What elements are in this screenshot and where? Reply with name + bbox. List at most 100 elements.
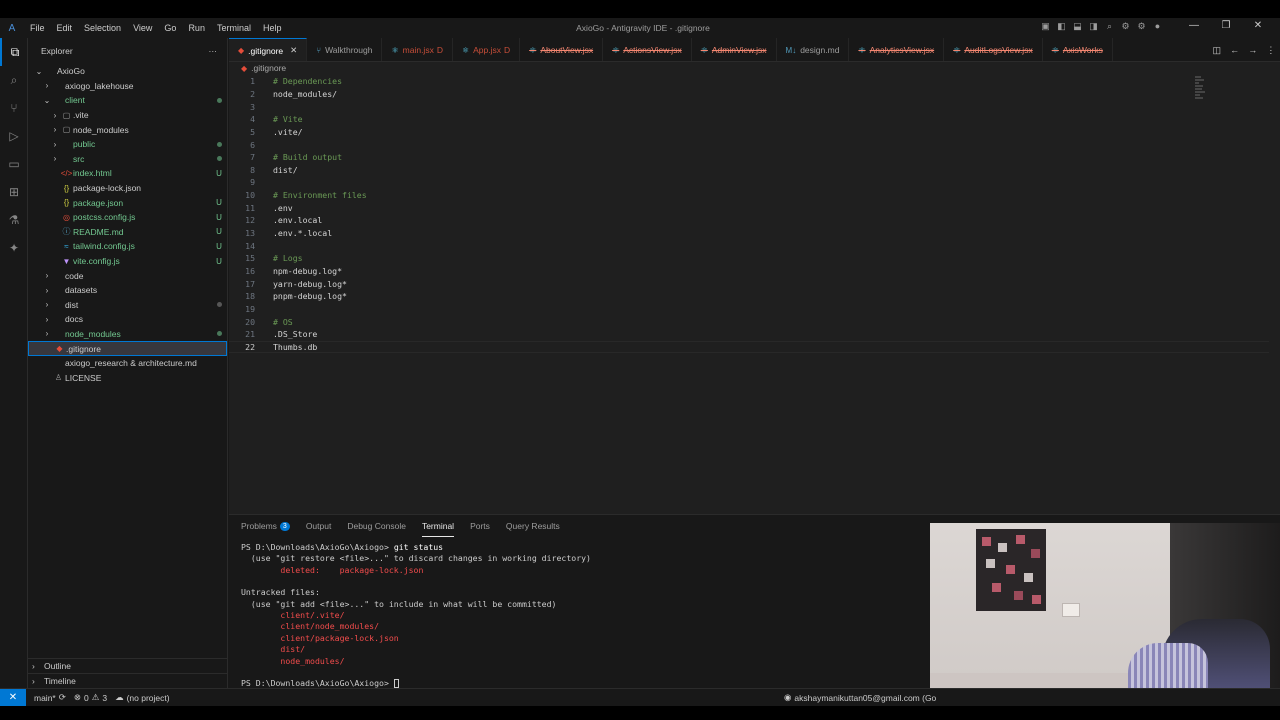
file-type-icon: ▢: [62, 125, 71, 135]
tree-item[interactable]: › public: [28, 137, 227, 152]
explorer-icon[interactable]: ⧉: [0, 38, 28, 66]
menu-item-edit[interactable]: Edit: [51, 23, 79, 33]
avatar[interactable]: ●: [1152, 21, 1163, 32]
chevron-right-icon: ›: [32, 661, 35, 671]
close-icon[interactable]: ✕: [290, 45, 297, 56]
gear-icon[interactable]: ⚙: [1120, 21, 1131, 32]
chevron-right-icon: ›: [45, 81, 49, 91]
menu-item-terminal[interactable]: Terminal: [211, 23, 257, 33]
tree-item[interactable]: ◆ .gitignore: [28, 341, 227, 356]
remote-icon[interactable]: ✕: [0, 689, 26, 706]
menu-item-selection[interactable]: Selection: [78, 23, 127, 33]
search-icon[interactable]: ⌕: [1104, 21, 1115, 32]
tree-item[interactable]: › dist: [28, 298, 227, 313]
source-control-icon[interactable]: ⑂: [0, 94, 28, 122]
menu-item-run[interactable]: Run: [182, 23, 211, 33]
panel-tab-ports[interactable]: Ports: [470, 515, 490, 537]
tree-item[interactable]: › node_modules: [28, 327, 227, 342]
sync-icon[interactable]: ⟳: [59, 692, 66, 703]
extensions-icon[interactable]: ⊞: [0, 178, 28, 206]
tree-item[interactable]: </> index.html U: [28, 166, 227, 181]
more-icon[interactable]: ⋮: [1266, 45, 1275, 56]
search-icon[interactable]: ⌕: [0, 66, 28, 94]
panel-tab-terminal[interactable]: Terminal: [421, 515, 455, 537]
tree-item[interactable]: › ▢ node_modules: [28, 122, 227, 137]
tree-item[interactable]: › ▢ .vite: [28, 108, 227, 123]
settings-icon[interactable]: ⚙: [1136, 21, 1147, 32]
tree-item[interactable]: ≈ tailwind.config.js U: [28, 239, 227, 254]
tree-item[interactable]: › code: [28, 268, 227, 283]
tree-item[interactable]: ▼ vite.config.js U: [28, 254, 227, 269]
more-actions-icon[interactable]: ···: [209, 46, 218, 56]
tree-item[interactable]: ⌄ client: [28, 93, 227, 108]
tree-item[interactable]: ◎ postcss.config.js U: [28, 210, 227, 225]
tree-item[interactable]: › axiogo_lakehouse: [28, 79, 227, 94]
tree-item[interactable]: › datasets: [28, 283, 227, 298]
layout-icon[interactable]: ▣: [1040, 21, 1051, 32]
branch-status[interactable]: main* ⟳: [34, 692, 66, 703]
toggle-sidebar-icon[interactable]: ◧: [1056, 21, 1067, 32]
code-line: 16 npm-debug.log*: [229, 265, 1269, 278]
tree-item[interactable]: › docs: [28, 312, 227, 327]
tab-main-jsx[interactable]: ⚛ main.jsx D: [382, 38, 453, 61]
file-type-icon: ≈: [64, 241, 69, 251]
testing-icon[interactable]: ⚗: [0, 206, 28, 234]
remote-icon[interactable]: ▭: [0, 150, 28, 178]
tree-item[interactable]: › src: [28, 152, 227, 167]
tab-auditlogsview-jsx[interactable]: ⚛ AuditLogsView.jsx: [944, 38, 1043, 61]
tab-file-icon: M↓: [785, 45, 797, 55]
tab-file-icon: ⚛: [612, 45, 620, 55]
explorer-title: Explorer: [41, 46, 73, 56]
tree-item[interactable]: {} package-lock.json: [28, 181, 227, 196]
back-icon[interactable]: ←: [1230, 45, 1239, 55]
tree-item[interactable]: ⌄ AxioGo: [28, 64, 227, 79]
agent-icon[interactable]: ✦: [0, 234, 28, 262]
timeline-section[interactable]: › Timeline: [28, 673, 227, 688]
panel-tab-problems[interactable]: Problems 3: [241, 515, 290, 537]
menu-item-help[interactable]: Help: [257, 23, 288, 33]
tree-item-label: datasets: [65, 285, 98, 296]
tree-item[interactable]: axiogo_research & architecture.md: [28, 356, 227, 371]
terminal-cursor: [393, 679, 399, 689]
tab-aboutview-jsx[interactable]: ⚛ AboutView.jsx: [520, 38, 604, 61]
tab-label: Walkthrough: [325, 45, 373, 55]
code-editor[interactable]: 1 # Dependencies 2 node_modules/3 4 # Vite 5 .v…: [229, 74, 1280, 514]
panel-tab-debug-console[interactable]: Debug Console: [347, 515, 406, 537]
tree-item-label: node_modules: [65, 328, 121, 339]
tree-item[interactable]: ♙ LICENSE: [28, 370, 227, 385]
panel-tab-output[interactable]: Output: [306, 515, 332, 537]
close-button[interactable]: ✕: [1242, 20, 1274, 31]
split-editor-icon[interactable]: ◫: [1213, 45, 1222, 56]
tab-walkthrough[interactable]: ⑂ Walkthrough: [307, 38, 383, 61]
menu-item-go[interactable]: Go: [158, 23, 182, 33]
editor-actions: ◫ ← → ⋮: [1208, 38, 1280, 61]
tab-actionsview-jsx[interactable]: ⚛ ActionsView.jsx: [603, 38, 692, 61]
menu-item-view[interactable]: View: [127, 23, 158, 33]
maximize-button[interactable]: ❐: [1210, 20, 1242, 31]
menu-item-file[interactable]: File: [24, 23, 51, 33]
project-status[interactable]: ☁ (no project): [115, 692, 170, 703]
terminal-line: PS D:\Downloads\AxioGo\Axiogo> git statu…: [241, 542, 443, 553]
problems-status[interactable]: ⊗ 0 ⚠ 3: [74, 692, 107, 703]
account-status[interactable]: ◉ akshaymanikuttan05@gmail.com (Go: [784, 692, 936, 703]
forward-icon[interactable]: →: [1248, 45, 1257, 55]
line-text: # OS: [273, 316, 293, 327]
tree-item[interactable]: ⓘ README.md U: [28, 225, 227, 240]
outline-section[interactable]: › Outline: [28, 658, 227, 673]
panel-tab-query-results[interactable]: Query Results: [506, 515, 560, 537]
tab--gitignore[interactable]: ◆ .gitignore ✕: [229, 38, 308, 61]
minimize-button[interactable]: —: [1178, 20, 1210, 31]
breadcrumb-file[interactable]: .gitignore: [251, 63, 286, 73]
line-number: 14: [245, 240, 255, 251]
tab-design-md[interactable]: M↓ design.md: [777, 38, 850, 61]
tab-app-jsx[interactable]: ⚛ App.jsx D: [453, 38, 521, 61]
warning-icon: ⚠: [91, 692, 100, 702]
tab-axisworks[interactable]: ⚛ AxisWorks: [1043, 38, 1113, 61]
tab-adminview-jsx[interactable]: ⚛ AdminView.jsx: [692, 38, 777, 61]
toggle-secondary-sidebar-icon[interactable]: ◨: [1088, 21, 1099, 32]
tab-analyticsview-jsx[interactable]: ⚛ AnalyticsView.jsx: [849, 38, 945, 61]
tree-item[interactable]: {} package.json U: [28, 195, 227, 210]
toggle-panel-icon[interactable]: ⬓: [1072, 21, 1083, 32]
chevron-right-icon: ›: [45, 329, 49, 339]
run-debug-icon[interactable]: ▷: [0, 122, 28, 150]
